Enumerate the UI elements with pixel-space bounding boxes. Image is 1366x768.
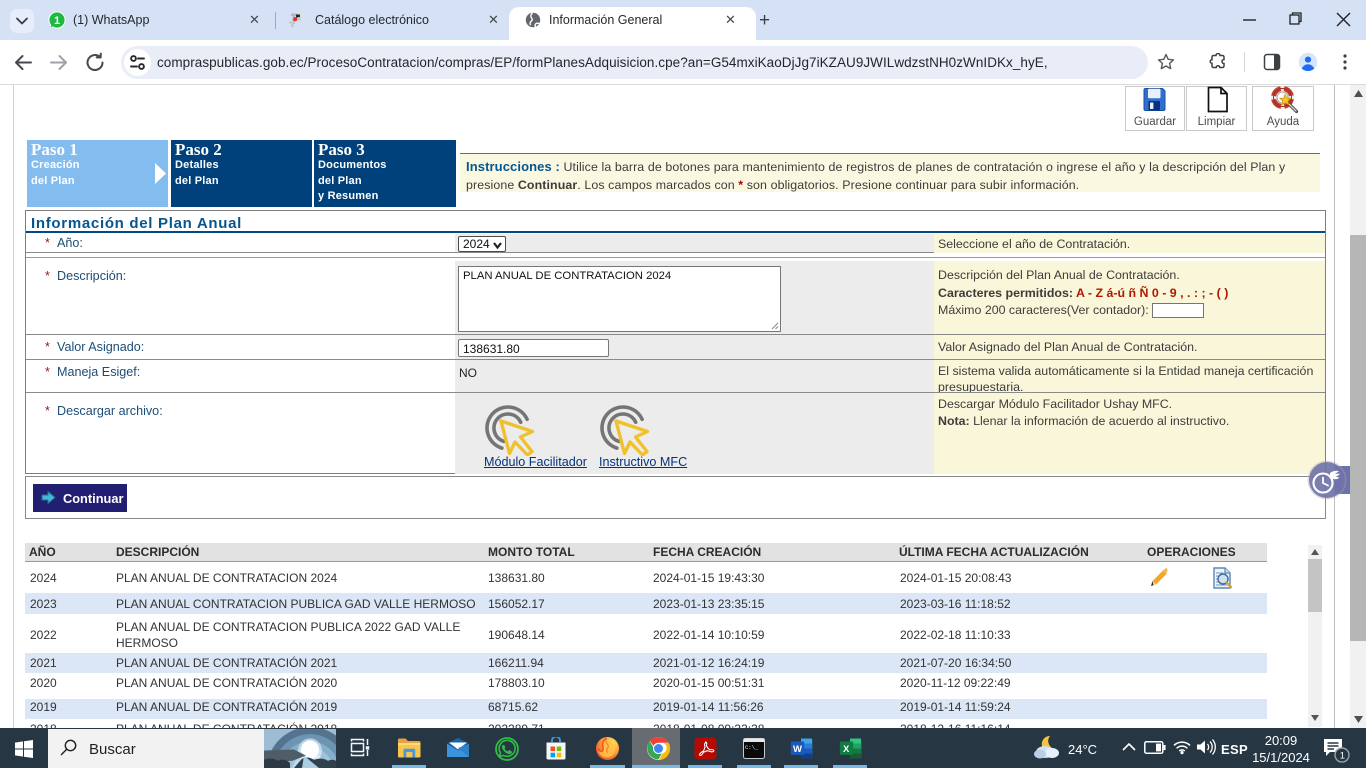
svg-text:C:\_: C:\_ [745, 744, 759, 751]
svg-text:1: 1 [54, 15, 60, 27]
svg-text:W: W [793, 744, 802, 755]
svg-text:X: X [843, 744, 850, 755]
svg-text:1: 1 [1340, 751, 1345, 762]
